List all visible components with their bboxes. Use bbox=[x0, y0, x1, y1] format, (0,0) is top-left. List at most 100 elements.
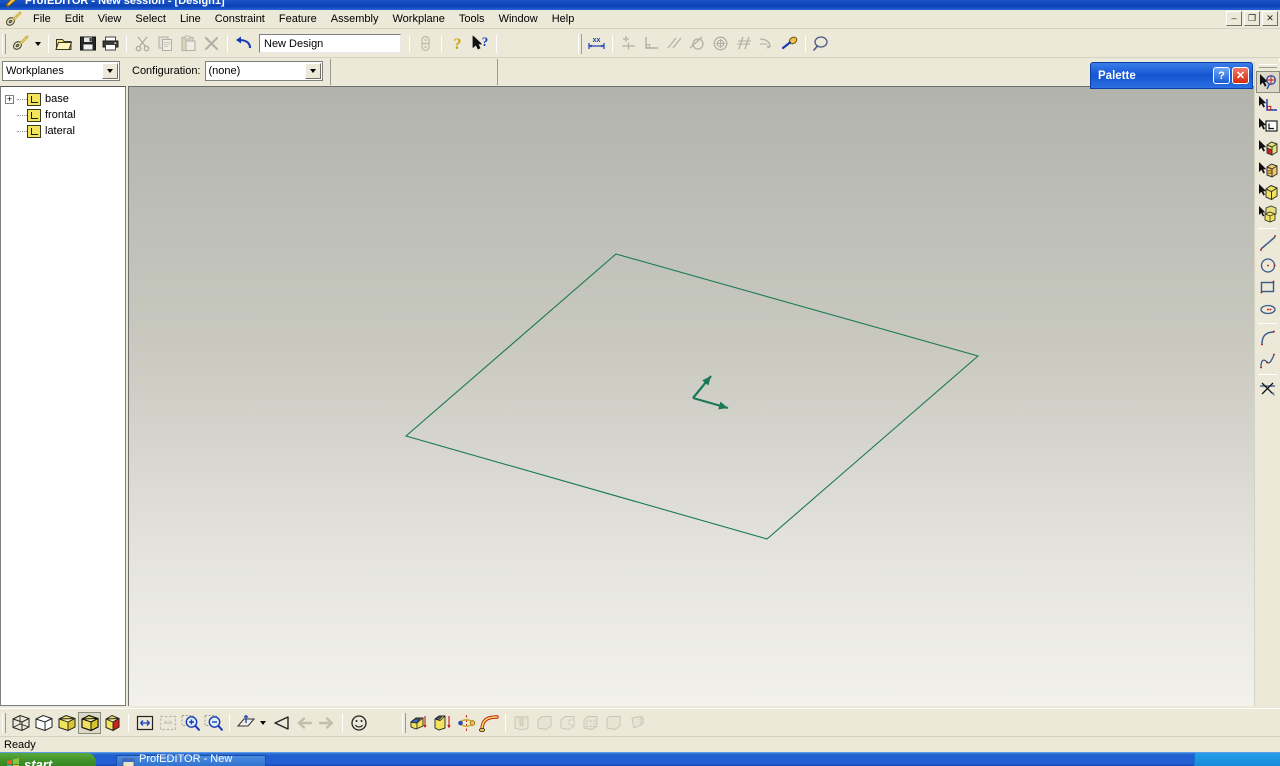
mdi-minimize-button[interactable]: – bbox=[1226, 11, 1242, 26]
tree-item-frontal[interactable]: frontal bbox=[1, 107, 125, 123]
extrude-button[interactable] bbox=[409, 712, 432, 734]
shaded-flat-view-button[interactable] bbox=[55, 712, 78, 734]
save-button[interactable] bbox=[76, 33, 99, 55]
cut-button[interactable] bbox=[131, 33, 154, 55]
select-workplane-button[interactable] bbox=[1256, 93, 1280, 115]
workplane-view-dropdown[interactable] bbox=[257, 712, 269, 734]
menu-feature[interactable]: Feature bbox=[272, 11, 324, 27]
circle-tool-button[interactable] bbox=[1256, 254, 1280, 276]
constraint-toolbar-grip[interactable] bbox=[578, 33, 582, 54]
menu-select[interactable]: Select bbox=[128, 11, 173, 27]
menu-line[interactable]: Line bbox=[173, 11, 208, 27]
paste-button[interactable] bbox=[177, 33, 200, 55]
parallel-button[interactable] bbox=[663, 33, 686, 55]
revolve-button[interactable] bbox=[432, 712, 455, 734]
design-name-input[interactable]: New Design bbox=[259, 34, 401, 53]
dimension-button[interactable]: xx bbox=[585, 33, 608, 55]
arc-tool-button[interactable] bbox=[1256, 327, 1280, 349]
workplane-view-button[interactable] bbox=[234, 712, 257, 734]
start-button[interactable]: start bbox=[0, 753, 96, 766]
menu-edit[interactable]: Edit bbox=[58, 11, 91, 27]
select-edge-button[interactable] bbox=[1256, 159, 1280, 181]
sweep-button[interactable] bbox=[478, 712, 501, 734]
rectangle-tool-button[interactable] bbox=[1256, 276, 1280, 298]
copy-button[interactable] bbox=[154, 33, 177, 55]
fillet-button[interactable] bbox=[602, 712, 625, 734]
menu-assembly[interactable]: Assembly bbox=[324, 11, 386, 27]
chevron-down-icon[interactable] bbox=[304, 63, 321, 79]
help-button[interactable]: ? bbox=[446, 33, 469, 55]
zoom-out-button[interactable] bbox=[202, 712, 225, 734]
symmetric-button[interactable] bbox=[755, 33, 778, 55]
menu-file[interactable]: File bbox=[26, 11, 58, 27]
menu-tools[interactable]: Tools bbox=[452, 11, 492, 27]
chevron-down-icon[interactable] bbox=[102, 63, 118, 79]
delete-button[interactable] bbox=[200, 33, 223, 55]
zoom-selection-button[interactable] bbox=[156, 712, 179, 734]
hidden-line-view-button[interactable] bbox=[32, 712, 55, 734]
mdi-close-button[interactable]: ✕ bbox=[1262, 11, 1278, 26]
toolbar-grip[interactable] bbox=[2, 33, 6, 54]
coincident-button[interactable] bbox=[617, 33, 640, 55]
line-tool-button[interactable] bbox=[1256, 232, 1280, 254]
concentric-button[interactable] bbox=[709, 33, 732, 55]
configuration-dropdown[interactable]: (none) bbox=[204, 61, 323, 81]
feature-toolbar-grip[interactable] bbox=[402, 712, 406, 733]
equal-button[interactable] bbox=[732, 33, 755, 55]
new-design-button[interactable] bbox=[9, 33, 32, 55]
select-solid-button[interactable] bbox=[1256, 181, 1280, 203]
parameters-button[interactable] bbox=[414, 33, 437, 55]
ellipse-tool-button[interactable] bbox=[1256, 298, 1280, 320]
new-design-dropdown[interactable] bbox=[32, 33, 44, 55]
view-forward-button[interactable] bbox=[315, 712, 338, 734]
cut-feature-button[interactable] bbox=[510, 712, 533, 734]
inspect-button[interactable] bbox=[810, 33, 833, 55]
menu-workplane[interactable]: Workplane bbox=[385, 11, 451, 27]
menu-constraint[interactable]: Constraint bbox=[208, 11, 272, 27]
palette-help-button[interactable]: ? bbox=[1213, 67, 1230, 84]
expand-plus-icon[interactable]: + bbox=[5, 94, 14, 104]
zoom-in-button[interactable] bbox=[179, 712, 202, 734]
palette-window[interactable]: Palette ? ✕ bbox=[1090, 62, 1253, 89]
trim-tool-button[interactable] bbox=[1256, 378, 1280, 400]
sweep-path-button[interactable] bbox=[455, 712, 478, 734]
shaded-edges-view-button[interactable] bbox=[78, 711, 101, 734]
workplanes-tree-panel[interactable]: + base frontal lateral bbox=[0, 86, 126, 706]
draft-button[interactable] bbox=[625, 712, 648, 734]
fix-button[interactable] bbox=[778, 33, 801, 55]
render-view-button[interactable] bbox=[101, 712, 124, 734]
workplanes-dropdown[interactable]: Workplanes bbox=[2, 61, 120, 81]
select-point-button[interactable] bbox=[1255, 71, 1280, 93]
menu-view[interactable]: View bbox=[91, 11, 129, 27]
viewport-canvas[interactable] bbox=[129, 87, 1254, 706]
view-toolbar-grip[interactable] bbox=[2, 712, 6, 733]
tangent-button[interactable] bbox=[686, 33, 709, 55]
zoom-fit-button[interactable] bbox=[133, 712, 156, 734]
union-button[interactable] bbox=[533, 712, 556, 734]
menu-window[interactable]: Window bbox=[492, 11, 545, 27]
palette-toolbar-grip[interactable] bbox=[1258, 64, 1277, 68]
select-sketch-button[interactable] bbox=[1256, 115, 1280, 137]
mdi-restore-button[interactable]: ❐ bbox=[1244, 11, 1260, 26]
palette-close-button[interactable]: ✕ bbox=[1232, 67, 1249, 84]
3d-viewport[interactable] bbox=[128, 86, 1254, 706]
context-help-button[interactable]: ? bbox=[469, 33, 492, 55]
open-button[interactable] bbox=[53, 33, 76, 55]
taskbar-item-profeditor[interactable]: ProfEDITOR - New sess... bbox=[116, 753, 266, 766]
camera-view-button[interactable] bbox=[269, 712, 292, 734]
print-button[interactable] bbox=[99, 33, 122, 55]
select-assembly-button[interactable] bbox=[1256, 203, 1280, 225]
tree-item-lateral[interactable]: lateral bbox=[1, 123, 125, 139]
view-back-button[interactable] bbox=[292, 712, 315, 734]
select-face-button[interactable] bbox=[1256, 137, 1280, 159]
smiley-button[interactable] bbox=[347, 712, 370, 734]
system-tray[interactable] bbox=[1194, 753, 1280, 766]
undo-button[interactable] bbox=[232, 33, 255, 55]
shell-button[interactable] bbox=[579, 712, 602, 734]
menu-help[interactable]: Help bbox=[545, 11, 582, 27]
tree-item-base[interactable]: + base bbox=[1, 91, 125, 107]
workplane-outline[interactable] bbox=[404, 253, 980, 540]
wireframe-view-button[interactable] bbox=[9, 712, 32, 734]
spline-tool-button[interactable] bbox=[1256, 349, 1280, 371]
subtract-button[interactable] bbox=[556, 712, 579, 734]
